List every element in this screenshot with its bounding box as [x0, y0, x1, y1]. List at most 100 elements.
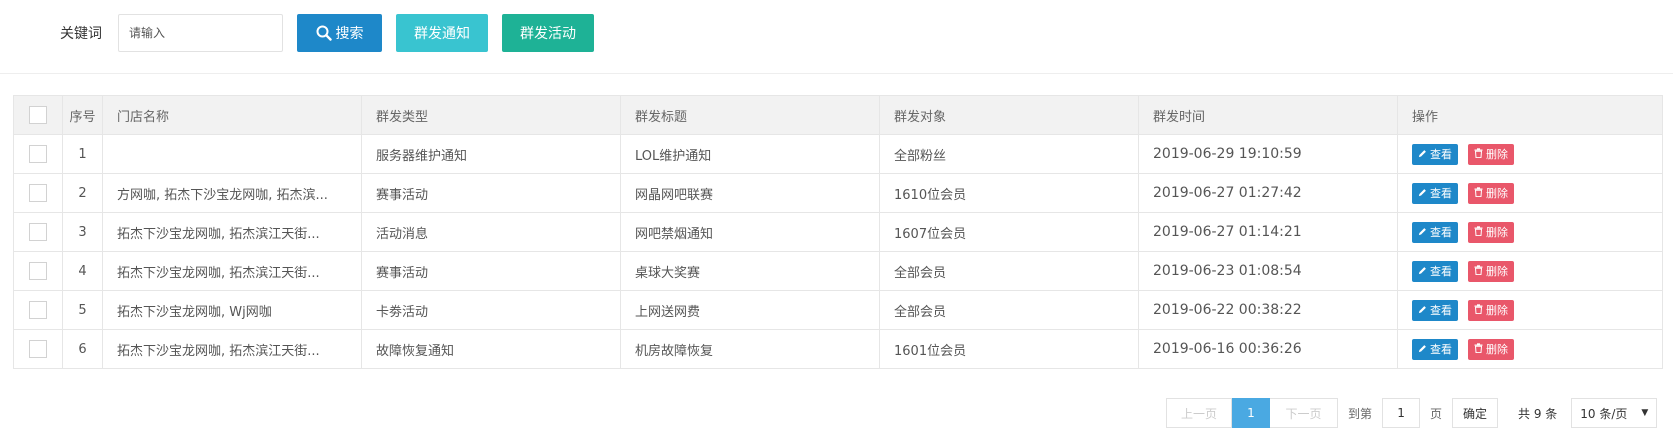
caret-down-icon: ▼ [1641, 408, 1649, 418]
row-select-cell [13, 290, 63, 330]
row-actions: 查看 删除 [1397, 134, 1663, 174]
row-time: 2019-06-27 01:14:21 [1138, 212, 1398, 252]
row-type: 故障恢复通知 [361, 329, 621, 369]
trash-icon [1474, 186, 1483, 200]
view-button[interactable]: 查看 [1412, 221, 1458, 243]
row-target: 1601位会员 [879, 329, 1139, 369]
page-1-button[interactable]: 1 [1232, 398, 1270, 428]
row-checkbox[interactable] [29, 301, 47, 319]
row-target: 1607位会员 [879, 212, 1139, 252]
delete-label: 删除 [1486, 265, 1508, 278]
row-checkbox[interactable] [29, 262, 47, 280]
keyword-input[interactable] [118, 14, 283, 52]
row-store: 方网咖, 拓杰下沙宝龙网咖, 拓杰滨... [102, 173, 362, 213]
row-store [102, 134, 362, 174]
mass-activity-button[interactable]: 群发活动 [502, 14, 594, 52]
view-button[interactable]: 查看 [1412, 299, 1458, 321]
row-select-cell [13, 251, 63, 291]
trash-icon [1474, 303, 1483, 317]
table-header-row: 序号 门店名称 群发类型 群发标题 群发对象 群发时间 操作 [13, 95, 1663, 135]
next-page-button[interactable]: 下一页 [1270, 398, 1338, 428]
delete-button[interactable]: 删除 [1468, 221, 1514, 243]
delete-button[interactable]: 删除 [1468, 338, 1514, 360]
row-actions: 查看 删除 [1397, 212, 1663, 252]
row-select-cell [13, 329, 63, 369]
row-title: LOL维护通知 [620, 134, 880, 174]
view-button[interactable]: 查看 [1412, 338, 1458, 360]
mass-notice-button[interactable]: 群发通知 [396, 14, 488, 52]
delete-button[interactable]: 删除 [1468, 299, 1514, 321]
row-store: 拓杰下沙宝龙网咖, 拓杰滨江天街... [102, 212, 362, 252]
delete-label: 删除 [1486, 148, 1508, 161]
goto-confirm-button[interactable]: 确定 [1452, 398, 1499, 428]
header-type: 群发类型 [361, 95, 621, 135]
view-label: 查看 [1430, 187, 1452, 200]
header-actions: 操作 [1397, 95, 1663, 135]
row-target: 全部粉丝 [879, 134, 1139, 174]
row-time: 2019-06-27 01:27:42 [1138, 173, 1398, 213]
table-row: 1 服务器维护通知 LOL维护通知 全部粉丝 2019-06-29 19:10:59 查看… [13, 134, 1663, 174]
edit-icon [1418, 148, 1427, 161]
delete-button[interactable]: 删除 [1468, 260, 1514, 282]
delete-label: 删除 [1486, 226, 1508, 239]
table-row: 4 拓杰下沙宝龙网咖, 拓杰滨江天街... 赛事活动 桌球大奖赛 全部会员 2019-06… [13, 251, 1663, 291]
keyword-label: 关键词 [60, 26, 102, 42]
row-time: 2019-06-23 01:08:54 [1138, 251, 1398, 291]
row-type: 赛事活动 [361, 173, 621, 213]
row-actions: 查看 删除 [1397, 173, 1663, 213]
row-store: 拓杰下沙宝龙网咖, 拓杰滨江天街... [102, 251, 362, 291]
search-button[interactable]: 搜索 [297, 14, 382, 52]
pagination: 上一页 1 下一页 到第 页 确定 共 9 条 10 条/页 ▼ [1166, 398, 1658, 428]
row-checkbox[interactable] [29, 223, 47, 241]
goto-label: 到第 [1348, 406, 1373, 421]
delete-label: 删除 [1486, 304, 1508, 317]
row-select-cell [13, 134, 63, 174]
row-checkbox[interactable] [29, 145, 47, 163]
row-type: 卡劵活动 [361, 290, 621, 330]
goto-page-input[interactable] [1382, 398, 1421, 428]
row-actions: 查看 删除 [1397, 251, 1663, 291]
row-time: 2019-06-22 00:38:22 [1138, 290, 1398, 330]
row-index: 2 [62, 173, 103, 213]
total-count: 共 9 条 [1518, 406, 1558, 421]
view-button[interactable]: 查看 [1412, 143, 1458, 165]
row-checkbox[interactable] [29, 184, 47, 202]
search-button-label: 搜索 [335, 26, 364, 42]
page-size-select[interactable]: 10 条/页 ▼ [1571, 398, 1658, 428]
row-index: 3 [62, 212, 103, 252]
header-index: 序号 [62, 95, 103, 135]
row-index: 1 [62, 134, 103, 174]
delete-button[interactable]: 删除 [1468, 143, 1514, 165]
delete-label: 删除 [1486, 187, 1508, 200]
header-store: 门店名称 [102, 95, 362, 135]
delete-label: 删除 [1486, 343, 1508, 356]
row-store: 拓杰下沙宝龙网咖, 拓杰滨江天街... [102, 329, 362, 369]
view-label: 查看 [1430, 226, 1452, 239]
select-all-checkbox[interactable] [29, 106, 47, 124]
row-select-cell [13, 173, 63, 213]
delete-button[interactable]: 删除 [1468, 182, 1514, 204]
row-select-cell [13, 212, 63, 252]
search-icon [316, 25, 332, 41]
row-actions: 查看 删除 [1397, 329, 1663, 369]
row-index: 4 [62, 251, 103, 291]
view-button[interactable]: 查看 [1412, 182, 1458, 204]
prev-page-button[interactable]: 上一页 [1166, 398, 1232, 428]
select-all-cell [13, 95, 63, 135]
broadcast-table: 序号 门店名称 群发类型 群发标题 群发对象 群发时间 操作 1 服务器维护通知 L… [13, 95, 1663, 369]
row-title: 机房故障恢复 [620, 329, 880, 369]
view-button[interactable]: 查看 [1412, 260, 1458, 282]
row-checkbox[interactable] [29, 340, 47, 358]
row-store: 拓杰下沙宝龙网咖, Wj网咖 [102, 290, 362, 330]
view-label: 查看 [1430, 148, 1452, 161]
row-type: 服务器维护通知 [361, 134, 621, 174]
trash-icon [1474, 342, 1483, 356]
trash-icon [1474, 147, 1483, 161]
view-label: 查看 [1430, 304, 1452, 317]
row-target: 全部会员 [879, 290, 1139, 330]
row-time: 2019-06-16 00:36:26 [1138, 329, 1398, 369]
header-title: 群发标题 [620, 95, 880, 135]
row-title: 网吧禁烟通知 [620, 212, 880, 252]
edit-icon [1418, 343, 1427, 356]
row-type: 赛事活动 [361, 251, 621, 291]
